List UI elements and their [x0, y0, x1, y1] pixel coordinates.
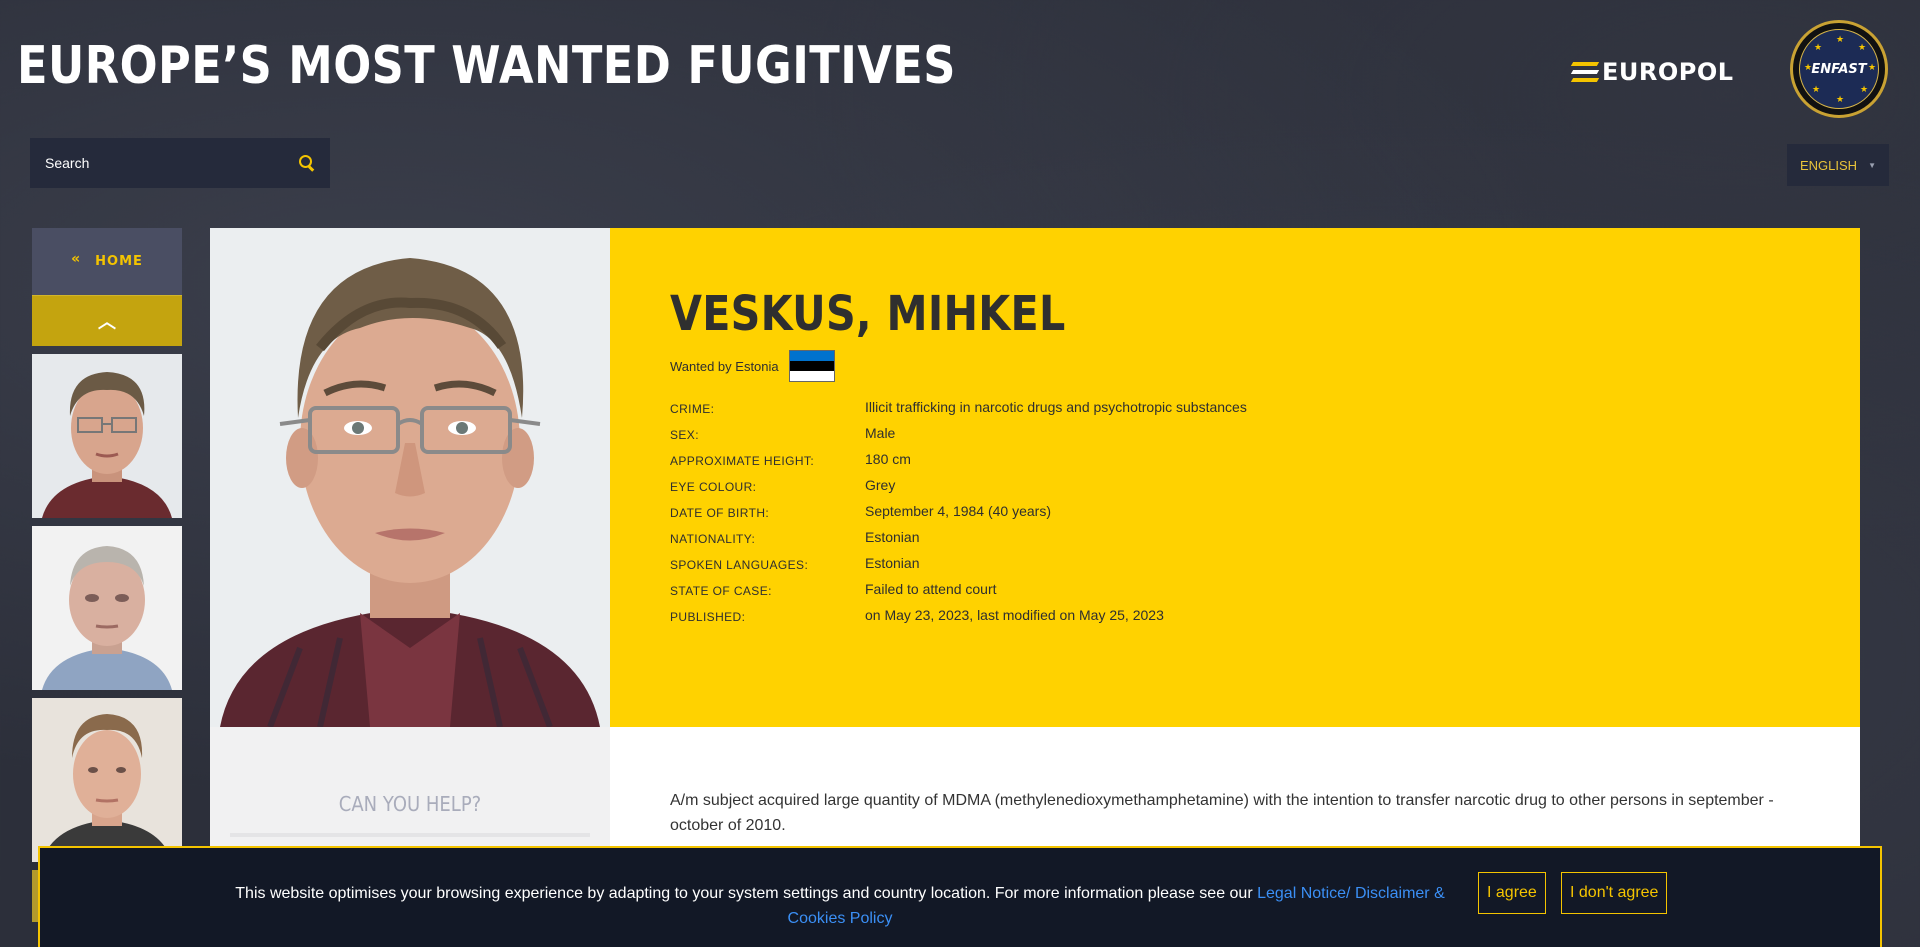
scroll-up-button[interactable]: ︿ — [32, 295, 182, 346]
flag-stripe — [789, 361, 834, 371]
detail-value: Estonian — [865, 529, 920, 545]
flag-stripe — [789, 371, 834, 381]
detail-label: Approximate height: — [670, 454, 815, 468]
wanted-by-label: Wanted by Estonia — [670, 358, 779, 374]
detail-row-sex: Sex: Male — [670, 420, 1800, 446]
detail-label: Spoken languages: — [670, 558, 809, 572]
detail-value: Male — [865, 425, 896, 441]
side-nav: « HOME ︿ — [32, 228, 182, 922]
flag-stripe — [789, 351, 834, 361]
fugitive-info-panel: VESKUS, MIHKEL Wanted by Estonia Crime: … — [610, 228, 1860, 727]
cookie-text: This website optimises your browsing exp… — [235, 885, 1258, 902]
fugitive-thumbnail[interactable] — [32, 354, 182, 518]
fugitive-details: Crime: Illicit trafficking in narcotic d… — [670, 394, 1800, 628]
double-chevron-left-icon: « — [71, 250, 82, 267]
europol-mark-icon — [1570, 62, 1600, 82]
detail-row-crime: Crime: Illicit trafficking in narcotic d… — [670, 394, 1800, 420]
fugitive-thumbnail[interactable] — [32, 698, 182, 862]
detail-label: Crime: — [670, 402, 715, 416]
detail-row-languages: Spoken languages: Estonian — [670, 550, 1800, 576]
detail-value: 180 cm — [865, 451, 911, 467]
home-label: HOME — [95, 254, 143, 269]
detail-value: Failed to attend court — [865, 581, 997, 597]
detail-value: Grey — [865, 477, 896, 493]
detail-label: State of case: — [670, 584, 772, 598]
fugitive-thumbnail[interactable] — [32, 526, 182, 690]
site-title[interactable]: EUROPE’S MOST WANTED FUGITIVES — [17, 36, 956, 96]
detail-row-eye-colour: Eye colour: Grey — [670, 472, 1800, 498]
home-button[interactable]: « HOME — [32, 228, 182, 295]
detail-row-height: Approximate height: 180 cm — [670, 446, 1800, 472]
disagree-button[interactable]: I don't agree — [1561, 872, 1668, 914]
fugitive-card: VESKUS, MIHKEL Wanted by Estonia Crime: … — [210, 228, 1860, 947]
chevron-down-icon: ▼ — [1868, 160, 1876, 170]
search-icon[interactable] — [299, 155, 315, 171]
fugitive-photo — [32, 698, 182, 862]
wanted-by-row: Wanted by Estonia — [670, 350, 1800, 382]
search-box — [30, 138, 330, 188]
fugitive-main-photo — [210, 228, 610, 727]
detail-label: Date of birth: — [670, 506, 770, 520]
fugitive-photo — [32, 354, 182, 518]
fugitive-photo — [32, 526, 182, 690]
can-you-help-title: CAN YOU HELP? — [338, 792, 482, 816]
detail-value: Estonian — [865, 555, 920, 571]
fugitive-portrait — [210, 228, 610, 727]
search-input[interactable] — [45, 155, 299, 171]
detail-label: Nationality: — [670, 532, 756, 546]
detail-row-state-of-case: State of case: Failed to attend court — [670, 576, 1800, 602]
detail-row-nationality: Nationality: Estonian — [670, 524, 1800, 550]
detail-label: Sex: — [670, 428, 699, 442]
enfast-logo-text: ENFAST — [1811, 61, 1867, 77]
detail-row-published: Published: on May 23, 2023, last modifie… — [670, 602, 1800, 628]
chevron-up-icon: ︿ — [98, 312, 116, 332]
detail-value: September 4, 1984 (40 years) — [865, 503, 1051, 519]
help-divider — [230, 833, 590, 837]
language-select[interactable]: ENGLISH ▼ — [1787, 144, 1889, 186]
cookie-message: This website optimises your browsing exp… — [40, 881, 1460, 931]
cookie-banner: This website optimises your browsing exp… — [38, 846, 1882, 947]
detail-row-date-of-birth: Date of birth: September 4, 1984 (40 yea… — [670, 498, 1800, 524]
detail-label: Published: — [670, 610, 746, 624]
agree-button[interactable]: I agree — [1478, 872, 1546, 914]
crime-description: A/m subject acquired large quantity of M… — [670, 792, 1774, 834]
detail-value: Illicit trafficking in narcotic drugs an… — [865, 399, 1247, 415]
europol-wordmark: EUROPOL — [1602, 58, 1734, 86]
estonia-flag-icon — [788, 350, 835, 382]
detail-label: Eye colour: — [670, 480, 757, 494]
detail-value: on May 23, 2023, last modified on May 25… — [865, 607, 1164, 623]
europol-logo[interactable]: EUROPOL — [1570, 58, 1734, 86]
fugitive-name: VESKUS, MIHKEL — [670, 286, 1066, 342]
language-selected: ENGLISH — [1800, 157, 1858, 173]
enfast-logo[interactable]: ★ ★ ★ ★ ★ ★ ★ ★ ENFAST — [1790, 20, 1888, 118]
